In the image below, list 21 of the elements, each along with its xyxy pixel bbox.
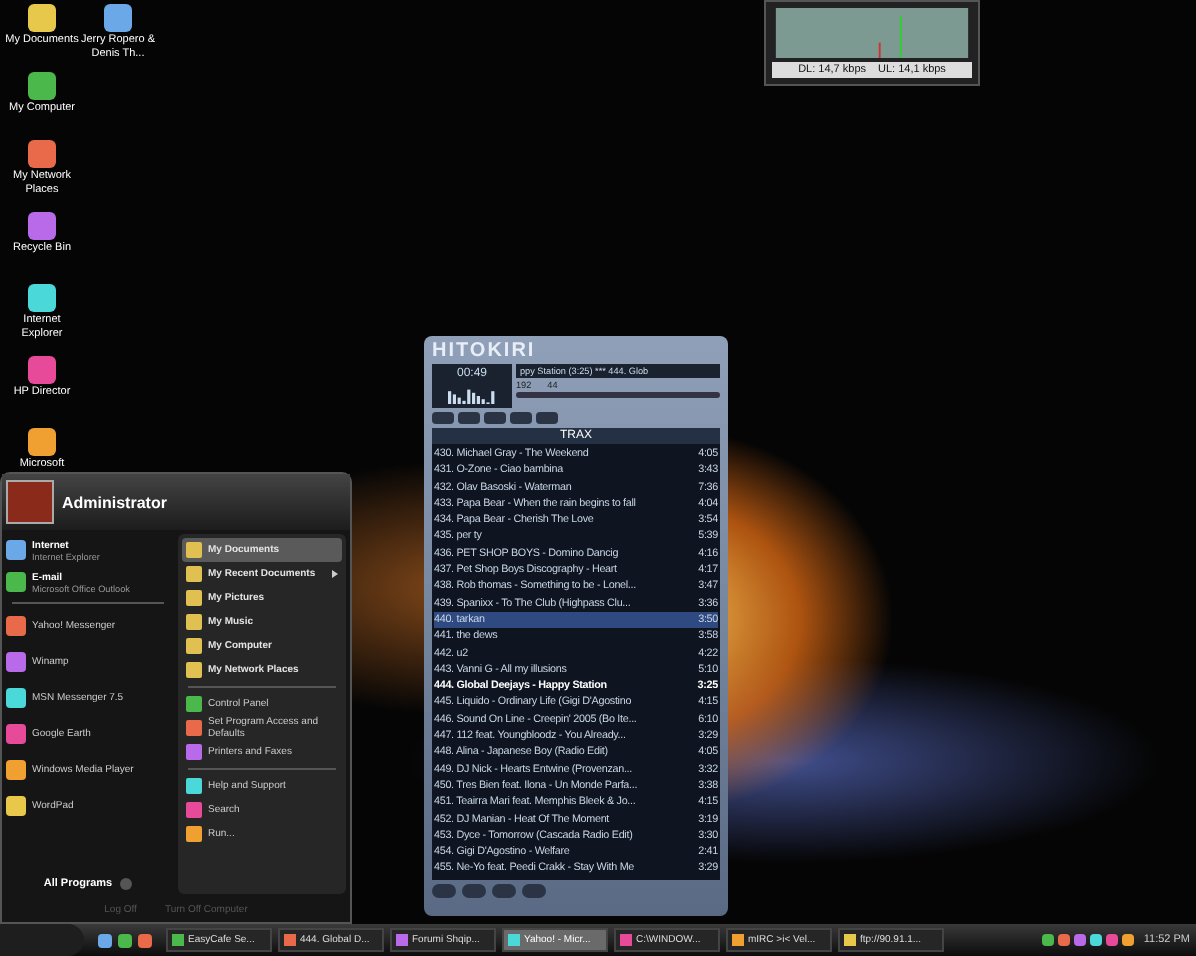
transport-button[interactable] (458, 412, 480, 424)
transport-button[interactable] (510, 412, 532, 424)
transport-button[interactable] (484, 412, 506, 424)
desktop-shortcut-icon[interactable] (104, 4, 132, 32)
playlist-button[interactable] (432, 883, 456, 898)
desktop-shortcut-icon[interactable] (28, 356, 56, 384)
desktop-shortcut-icon[interactable] (28, 428, 56, 456)
user-picture (6, 480, 54, 524)
player-skin-title: HITOKIRI (432, 340, 538, 364)
transport-button[interactable] (432, 412, 454, 424)
playlist-button[interactable] (522, 883, 546, 898)
transport-button[interactable] (536, 412, 558, 424)
desktop-shortcut-icon[interactable] (28, 212, 56, 240)
desktop-shortcut-icon[interactable] (28, 284, 56, 312)
user-name: Administrator (62, 493, 167, 511)
desktop-shortcut-icon[interactable] (28, 72, 56, 100)
playlist-button[interactable] (462, 883, 486, 898)
playlist-button[interactable] (492, 883, 516, 898)
desktop-shortcut-icon[interactable] (28, 140, 56, 168)
start-button[interactable] (0, 924, 84, 956)
desktop-shortcut-icon[interactable] (28, 4, 56, 32)
